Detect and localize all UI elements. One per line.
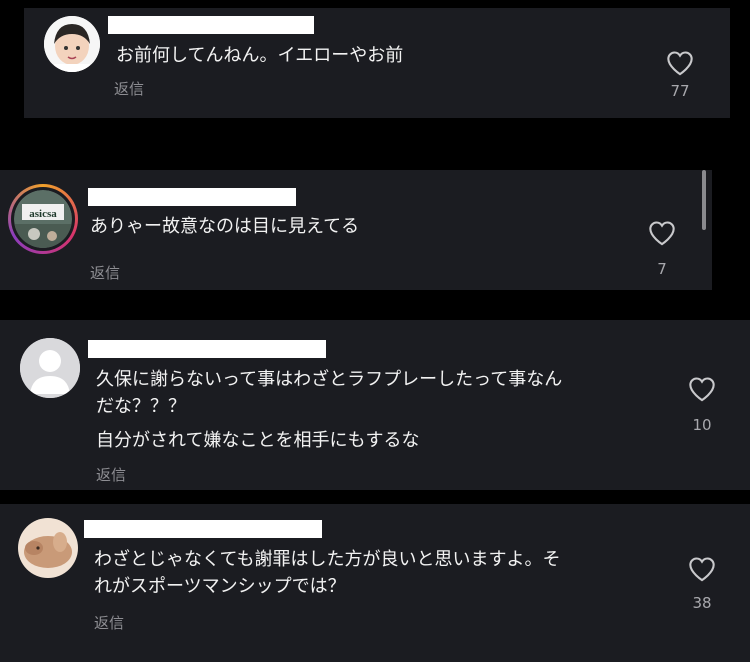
comment-line: だな？？？	[96, 396, 186, 417]
like-count: 38	[692, 594, 712, 612]
like-count: 10	[692, 416, 712, 434]
comment-line: ありゃー故意なのは目に見えてる	[90, 216, 360, 237]
comment-line: れがスポーツマンシップでは？	[94, 576, 346, 597]
reply-button[interactable]: 返信	[94, 612, 124, 633]
avatar[interactable]	[20, 338, 80, 398]
comment-line: お前何してんねん。イエローやお前	[116, 45, 404, 66]
avatar-image	[18, 518, 78, 578]
avatar[interactable]: asicsa	[8, 184, 78, 254]
avatar[interactable]	[18, 518, 78, 578]
comment-text: 久保に謝らないって事はわざとラフプレーしたって事なん だな？？？ 自分がされて嫌…	[96, 366, 562, 454]
default-avatar-icon	[20, 338, 80, 398]
comment-text: お前何してんねん。イエローやお前	[116, 42, 403, 69]
comment-card: わざとじゃなくても謝罪はした方が良いと思いますよ。そ れがスポーツマンシップでは…	[0, 504, 750, 662]
comment-line: 久保に謝らないって事はわざとラフプレーしたって事なん	[96, 369, 563, 390]
heart-outline-icon[interactable]	[688, 376, 716, 402]
reply-button[interactable]: 返信	[96, 464, 126, 485]
heart-outline-icon[interactable]	[648, 220, 676, 246]
heart-outline-icon[interactable]	[688, 556, 716, 582]
avatar-badge-text: asicsa	[29, 208, 57, 220]
comment-line: 自分がされて嫌なことを相手にもするな	[96, 430, 420, 451]
avatar-image	[44, 16, 100, 72]
username-redacted[interactable]	[84, 520, 322, 538]
heart-outline-icon[interactable]	[666, 50, 694, 76]
like-button[interactable]: 38	[682, 556, 722, 612]
comment-text: わざとじゃなくても謝罪はした方が良いと思いますよ。そ れがスポーツマンシップでは…	[94, 546, 561, 600]
avatar[interactable]	[44, 16, 100, 72]
like-count: 77	[670, 82, 690, 100]
username-redacted[interactable]	[108, 16, 314, 34]
comment-card: お前何してんねん。イエローやお前 返信 77	[24, 8, 730, 118]
username-redacted[interactable]	[88, 188, 296, 206]
comment-text: ありゃー故意なのは目に見えてる	[90, 213, 359, 240]
avatar-image: asicsa	[14, 190, 72, 248]
reply-button[interactable]: 返信	[90, 262, 120, 283]
like-button[interactable]: 10	[682, 376, 722, 434]
like-button[interactable]: 7	[642, 220, 682, 278]
comment-card: 久保に謝らないって事はわざとラフプレーしたって事なん だな？？？ 自分がされて嫌…	[0, 320, 750, 490]
like-button[interactable]: 77	[660, 50, 700, 100]
like-count: 7	[657, 260, 667, 278]
username-redacted[interactable]	[88, 340, 326, 358]
scrollbar[interactable]	[702, 170, 706, 230]
comment-card: asicsa ありゃー故意なのは目に見えてる 返信 7	[0, 170, 712, 290]
reply-button[interactable]: 返信	[114, 78, 144, 99]
comment-line: わざとじゃなくても謝罪はした方が良いと思いますよ。そ	[94, 549, 561, 570]
